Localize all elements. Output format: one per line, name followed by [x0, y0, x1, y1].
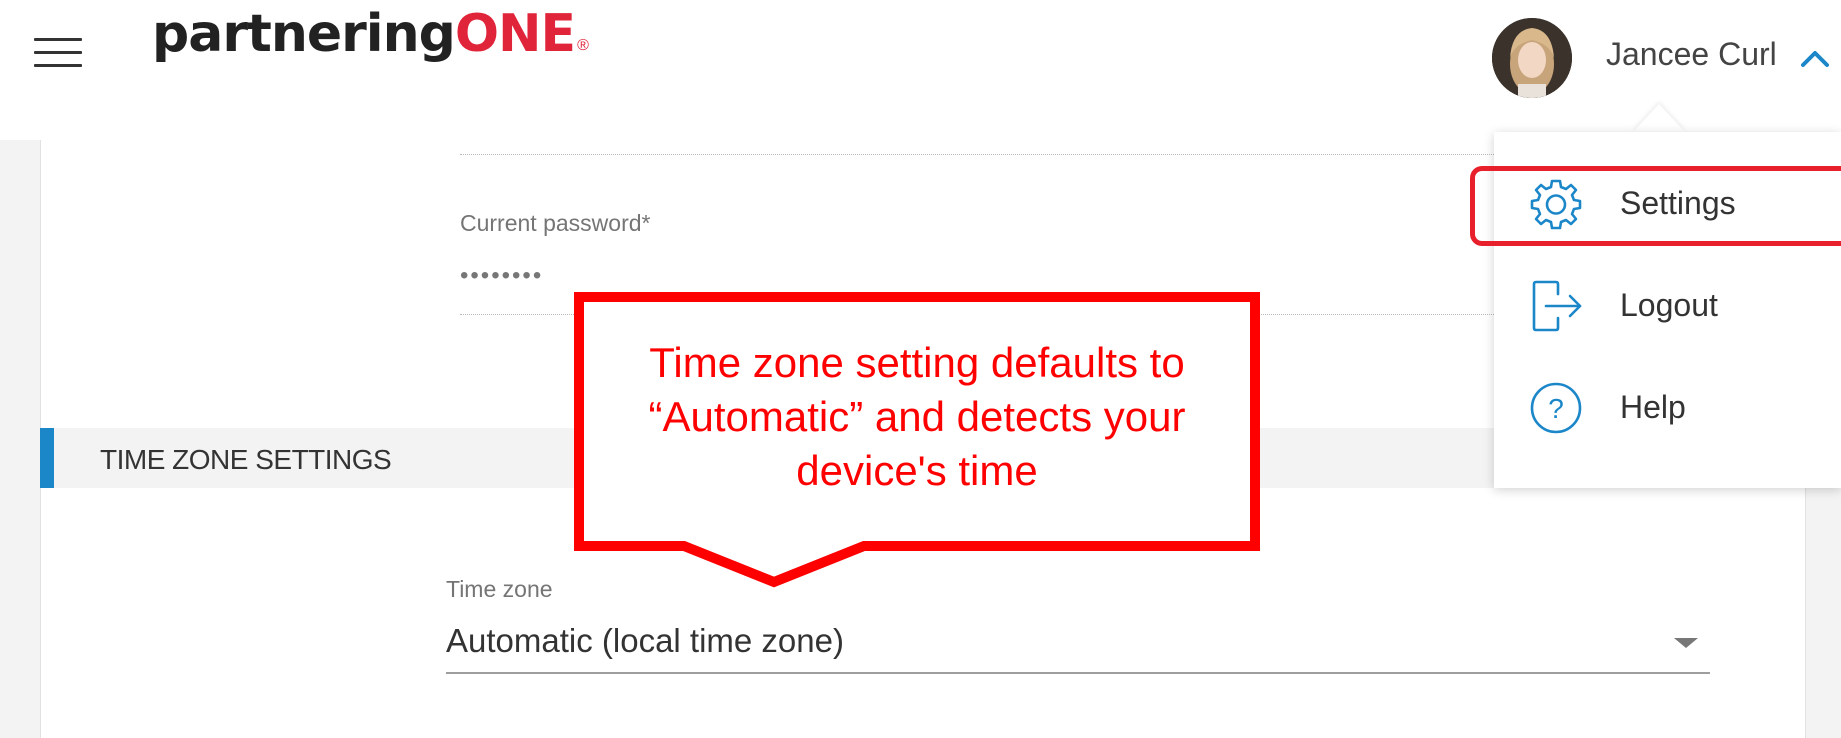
svg-text:?: ? [1548, 393, 1564, 424]
menu-item-label: Help [1620, 389, 1686, 425]
current-password-input[interactable]: •••••••• [460, 262, 543, 290]
menu-item-help[interactable]: ? Help [1494, 358, 1841, 458]
app-header: partneringONE ® Jancee Curl [0, 0, 1841, 140]
page: partneringONE ® Jancee Curl Current passw… [0, 0, 1841, 738]
chevron-up-icon[interactable] [1800, 48, 1830, 68]
user-name[interactable]: Jancee Curl [1606, 36, 1777, 73]
menu-item-label: Settings [1620, 185, 1736, 221]
menu-item-logout[interactable]: Logout [1494, 256, 1841, 356]
time-zone-label: Time zone [446, 576, 553, 602]
menu-item-label: Logout [1620, 287, 1718, 323]
menu-item-settings[interactable]: Settings [1494, 154, 1841, 254]
section-accent-bar [40, 428, 54, 488]
logo-text-accent: ONE [454, 4, 576, 64]
section-title: TIME ZONE SETTINGS [100, 444, 392, 475]
time-zone-select[interactable]: Automatic (local time zone) [446, 612, 1710, 674]
menu-caret [1633, 104, 1685, 132]
help-icon: ? [1528, 380, 1584, 436]
field-underline [460, 154, 1494, 155]
password-underline [460, 314, 1494, 315]
logo-text-main: partnering [152, 4, 456, 64]
time-zone-value: Automatic (local time zone) [446, 622, 844, 659]
current-password-label: Current password* [460, 210, 651, 236]
avatar[interactable] [1492, 18, 1572, 98]
logout-icon [1528, 278, 1584, 334]
gear-icon [1528, 176, 1584, 232]
user-menu: Settings Logout ? Help [1494, 132, 1841, 488]
hamburger-menu-icon[interactable] [34, 34, 84, 70]
dropdown-arrow-icon[interactable] [1674, 638, 1698, 648]
app-logo[interactable]: partneringONE ® [152, 0, 589, 68]
logo-registered-mark: ® [577, 37, 589, 54]
